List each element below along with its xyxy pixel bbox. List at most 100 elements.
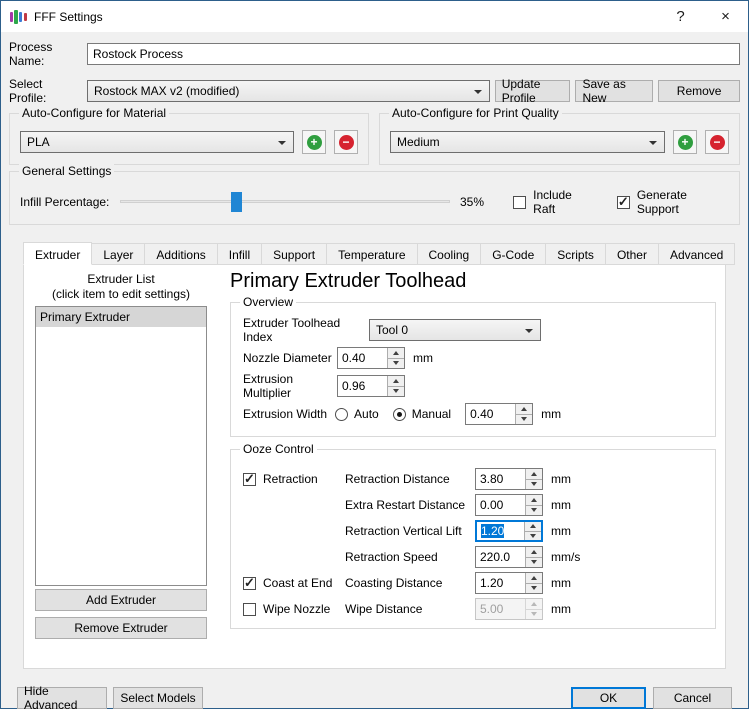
spin-down-button <box>526 610 542 620</box>
profile-select-value: Rostock MAX v2 (modified) <box>94 84 239 98</box>
spin-up-button[interactable] <box>526 495 542 506</box>
tab-layer[interactable]: Layer <box>91 243 145 265</box>
extrusion-multiplier-spinner[interactable]: 0.96 <box>337 375 405 397</box>
extrusion-multiplier-value: 0.96 <box>338 376 387 396</box>
dialog-content: Process Name: Select Profile: Rostock MA… <box>1 32 748 709</box>
unit-label: mm/s <box>551 550 580 564</box>
tab-infill[interactable]: Infill <box>217 243 262 265</box>
tab-advanced[interactable]: Advanced <box>658 243 735 265</box>
wipe-nozzle-checkbox[interactable]: Wipe Nozzle <box>243 602 345 616</box>
extra-restart-distance-spinner[interactable]: 0.00 <box>475 494 543 516</box>
checkbox-checked-icon <box>617 196 630 209</box>
spin-up-button <box>526 599 542 610</box>
retraction-distance-label: Retraction Distance <box>345 472 475 486</box>
add-quality-button[interactable]: + <box>673 130 697 154</box>
material-select[interactable]: PLA <box>20 131 294 153</box>
quality-select[interactable]: Medium <box>390 131 665 153</box>
generate-support-checkbox[interactable]: Generate Support <box>617 188 729 216</box>
spin-down-button[interactable] <box>388 359 404 369</box>
add-extruder-button[interactable]: Add Extruder <box>35 589 207 611</box>
tab-other[interactable]: Other <box>605 243 659 265</box>
remove-extruder-button[interactable]: Remove Extruder <box>35 617 207 639</box>
extruder-tab-panel: Extruder List (click item to edit settin… <box>23 264 726 669</box>
wipe-distance-value: 5.00 <box>476 599 525 619</box>
spin-down-button[interactable] <box>526 558 542 568</box>
nozzle-diameter-spinner[interactable]: 0.40 <box>337 347 405 369</box>
spin-up-button[interactable] <box>388 348 404 359</box>
retraction-distance-spinner[interactable]: 3.80 <box>475 468 543 490</box>
generate-support-label: Generate Support <box>637 188 729 216</box>
process-name-input[interactable] <box>87 43 740 65</box>
select-models-button[interactable]: Select Models <box>113 687 203 709</box>
profile-select[interactable]: Rostock MAX v2 (modified) <box>87 80 490 102</box>
retraction-label: Retraction <box>263 472 318 486</box>
tab-scripts[interactable]: Scripts <box>545 243 606 265</box>
list-item[interactable]: Primary Extruder <box>36 307 206 327</box>
dialog-footer: Hide Advanced Select Models OK Cancel <box>17 687 732 709</box>
extrusion-width-manual-radio[interactable] <box>393 408 406 421</box>
minus-icon: − <box>339 135 354 150</box>
extruder-list-subtitle: (click item to edit settings) <box>35 287 207 302</box>
extruder-list-title: Extruder List <box>35 272 207 287</box>
minus-icon: − <box>710 135 725 150</box>
tab-gcode[interactable]: G-Code <box>480 243 546 265</box>
slider-handle[interactable] <box>231 192 242 212</box>
extrusion-width-label: Extrusion Width <box>243 407 327 421</box>
cancel-button[interactable]: Cancel <box>653 687 732 709</box>
add-material-button[interactable]: + <box>302 130 326 154</box>
retraction-checkbox[interactable]: Retraction <box>243 472 345 486</box>
spin-down-button[interactable] <box>525 532 541 541</box>
extrusion-width-value: 0.40 <box>466 404 515 424</box>
nozzle-diameter-label: Nozzle Diameter <box>243 351 337 365</box>
remove-profile-button[interactable]: Remove <box>658 80 740 102</box>
help-button[interactable]: ? <box>658 1 703 32</box>
spin-down-button[interactable] <box>388 387 404 397</box>
retraction-speed-label: Retraction Speed <box>345 550 475 564</box>
remove-quality-button[interactable]: − <box>705 130 729 154</box>
update-profile-button[interactable]: Update Profile <box>495 80 571 102</box>
unit-label: mm <box>551 602 571 616</box>
spin-down-button[interactable] <box>526 506 542 516</box>
tab-additions[interactable]: Additions <box>144 243 217 265</box>
tab-extruder[interactable]: Extruder <box>23 242 92 265</box>
include-raft-checkbox[interactable]: Include Raft <box>513 188 595 216</box>
infill-percentage-label: Infill Percentage: <box>20 195 120 209</box>
retraction-speed-spinner[interactable]: 220.0 <box>475 546 543 568</box>
general-settings-group: General Settings Infill Percentage: 35% … <box>9 171 740 225</box>
save-as-new-button[interactable]: Save as New <box>575 80 653 102</box>
tab-cooling[interactable]: Cooling <box>417 243 482 265</box>
wipe-nozzle-label: Wipe Nozzle <box>263 602 330 616</box>
coast-at-end-checkbox[interactable]: Coast at End <box>243 576 345 590</box>
spin-down-button[interactable] <box>526 480 542 490</box>
infill-slider[interactable] <box>120 192 450 212</box>
toolhead-index-select[interactable]: Tool 0 <box>369 319 541 341</box>
checkbox-checked-icon <box>243 473 256 486</box>
spin-up-button[interactable] <box>526 573 542 584</box>
spin-down-button[interactable] <box>526 584 542 594</box>
unit-label: mm <box>541 407 561 421</box>
extruder-listbox[interactable]: Primary Extruder <box>35 306 207 586</box>
close-button[interactable]: × <box>703 1 748 32</box>
spin-up-button[interactable] <box>516 404 532 415</box>
retraction-vertical-lift-spinner[interactable]: 1.20 <box>475 520 543 542</box>
spin-up-button[interactable] <box>525 522 541 532</box>
simplify3d-logo-icon <box>10 9 27 25</box>
extrusion-width-auto-radio[interactable] <box>335 408 348 421</box>
remove-material-button[interactable]: − <box>334 130 358 154</box>
hide-advanced-button[interactable]: Hide Advanced <box>17 687 107 709</box>
extrusion-width-spinner[interactable]: 0.40 <box>465 403 533 425</box>
spin-up-button[interactable] <box>526 469 542 480</box>
spin-down-button[interactable] <box>516 415 532 425</box>
spin-up-button[interactable] <box>526 547 542 558</box>
wipe-distance-label: Wipe Distance <box>345 602 475 616</box>
overview-group: Overview Extruder Toolhead Index Tool 0 … <box>230 302 716 437</box>
checkbox-icon <box>243 603 256 616</box>
spin-up-button[interactable] <box>388 376 404 387</box>
coasting-distance-spinner[interactable]: 1.20 <box>475 572 543 594</box>
coasting-distance-label: Coasting Distance <box>345 576 475 590</box>
ok-button[interactable]: OK <box>571 687 646 709</box>
tab-temperature[interactable]: Temperature <box>326 243 417 265</box>
tab-support[interactable]: Support <box>261 243 327 265</box>
extra-restart-distance-label: Extra Restart Distance <box>345 498 475 512</box>
process-name-label: Process Name: <box>9 40 87 68</box>
